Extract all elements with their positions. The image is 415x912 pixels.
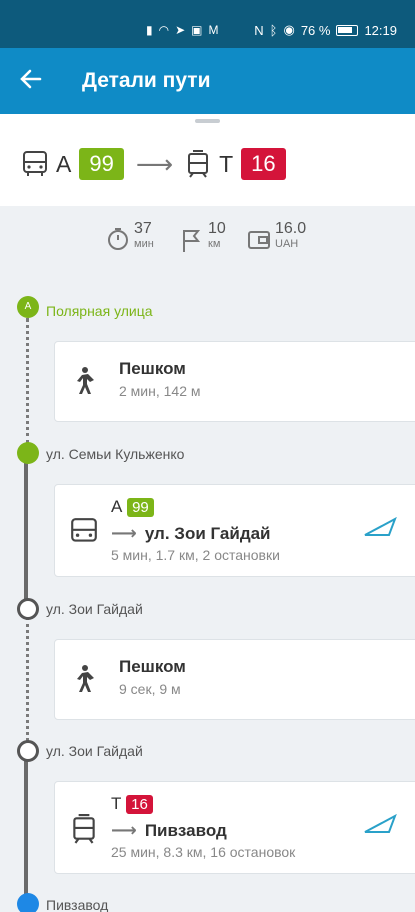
tram-route-badge: 16 [126,795,153,814]
tram-leg-card[interactable]: Т 16 ⟶ Пивзавод 25 мин, 8.3 км, 16 остано… [54,781,415,874]
from-route-letter: А [56,150,72,177]
battery-percent: 76 % [300,22,331,38]
price-value: 16.0 [275,220,307,237]
wallet-icon [248,231,270,249]
nfc-icon: N [254,22,264,38]
stop-label-2: ул. Семьи Кульженко [46,446,185,462]
price-unit: UAH [275,238,299,250]
bus-leg-card[interactable]: А 99 ⟶ ул. Зои Гайдай 5 мин, 1.7 км, 2 ос… [54,484,415,577]
page-title: Детали пути [82,69,211,92]
tram-route-header: Т 16 [111,794,153,814]
to-route-letter: Т [219,150,234,177]
flag-icon [183,230,201,252]
clock: 12:19 [364,22,397,38]
from-route-badge: 99 [79,148,124,180]
walk-leg-title: Пешком [119,657,186,676]
tram-route-letter: Т [111,794,122,813]
bus-connector [24,460,28,600]
price-metric: 16.0 UAH [247,220,306,254]
app-notification-icon: ▣ [191,23,203,37]
distance-metric: 10 км [180,220,226,254]
route-line: А 99 ⟶ Т 16 [22,148,286,180]
walk-leg-title: Пешком [119,359,186,378]
walk-leg-details: 2 мин, 142 м [119,383,201,399]
system-icons: N ᛒ ◉ 76 % 12:19 [254,22,397,38]
route-arrow-icon: ⟶ [135,148,174,179]
walk-connector-2 [26,617,29,741]
notification-icons: ▮ ◠ ➤ ▣ M [146,23,219,37]
tram-connector [24,758,28,904]
duration-value: 37 [134,220,152,237]
distance-value: 10 [208,220,226,237]
bus-route-badge: 99 [127,498,154,517]
walking-icon [77,665,94,692]
direction-arrow-icon: ⟶ [111,820,137,840]
tram-icon [188,150,209,178]
distance-unit: км [208,238,221,250]
to-route-badge: 16 [241,148,286,180]
start-marker: A [17,296,39,318]
stop-dot-green [17,442,39,464]
battery-icon [336,24,359,36]
bus-destination-label: ул. Зои Гайдай [144,524,271,543]
tram-destination-label: Пивзавод [144,821,227,840]
drag-handle[interactable] [195,119,220,123]
bluetooth-icon: ᛒ [269,22,278,38]
bus-route-header: А 99 [111,497,154,517]
app-bar: Детали пути [0,48,415,114]
walk-leg-details: 9 сек, 9 м [119,681,181,697]
tram-leg-details: 25 мин, 8.3 км, 16 остановок [111,844,296,860]
bus-icon [71,518,97,542]
direction-arrow-icon: ⟶ [111,523,137,543]
bus-icon [23,151,47,176]
duration-metric: 37 мин [106,220,154,254]
stop-dot-transfer [17,740,39,762]
wifi-icon: ◠ [158,23,170,37]
stop-dot-end [17,893,39,912]
stop-dot-transfer [17,598,39,620]
location-icon: ◉ [283,22,295,37]
duration-unit: мин [134,238,154,250]
tram-destination: ⟶ Пивзавод [111,820,227,841]
stop-label-start: Полярная улица [46,303,153,319]
bus-leg-details: 5 мин, 1.7 км, 2 остановки [111,547,280,563]
map-arrow-icon[interactable] [363,814,397,834]
map-arrow-icon[interactable] [363,517,397,537]
back-arrow-icon [20,69,42,89]
walk-connector-1 [26,318,29,444]
stop-label-3: ул. Зои Гайдай [46,601,143,617]
bus-route-letter: А [111,497,123,516]
back-button[interactable] [18,66,48,96]
walk-leg-card-2[interactable]: Пешком 9 сек, 9 м [54,639,415,720]
trip-metrics: 37 мин 10 км 16.0 UAH [0,220,415,270]
walking-icon [77,367,94,394]
route-summary: А 99 ⟶ Т 16 [0,114,415,206]
bus-destination: ⟶ ул. Зои Гайдай [111,523,271,544]
stop-label-4: ул. Зои Гайдай [46,743,143,759]
stop-label-end: Пивзавод [46,897,109,912]
sim-icon: ▮ [146,23,153,37]
stopwatch-icon [108,228,128,250]
walk-leg-card-1[interactable]: Пешком 2 мин, 142 м [54,341,415,422]
gmail-icon: M [208,23,219,37]
telegram-icon: ➤ [175,23,186,37]
status-bar: ▮ ◠ ➤ ▣ M N ᛒ ◉ 76 % 12:19 [0,0,415,48]
tram-icon [73,814,95,844]
